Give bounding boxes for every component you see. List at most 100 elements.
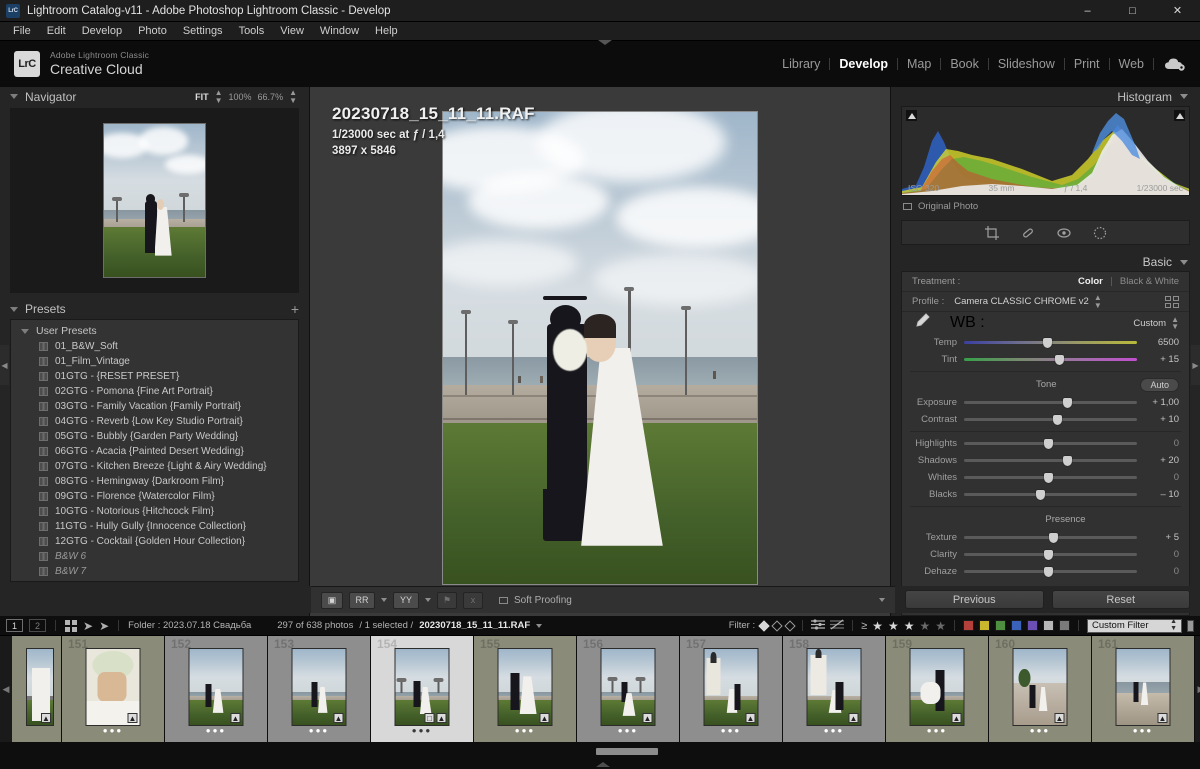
list-item[interactable]: 03GTG - Family Vacation {Family Portrait… bbox=[11, 399, 298, 414]
filter-disabled-icon[interactable] bbox=[830, 617, 845, 635]
rating-dots[interactable]: ●●● bbox=[618, 726, 639, 735]
menu-develop[interactable]: Develop bbox=[74, 22, 130, 41]
soft-proofing-toggle[interactable]: Soft Proofing bbox=[499, 595, 572, 606]
chevron-down-icon[interactable] bbox=[1180, 94, 1188, 99]
develop-badge-icon[interactable]: ▲ bbox=[848, 713, 859, 723]
custom-filter-select[interactable]: Custom Filter ▲ ▼ bbox=[1087, 618, 1182, 633]
wb-value[interactable]: Custom bbox=[1133, 318, 1166, 329]
module-web[interactable]: Web bbox=[1110, 57, 1153, 71]
custom-filter-stepper-icon[interactable]: ▲ ▼ bbox=[1170, 618, 1177, 632]
menu-photo[interactable]: Photo bbox=[130, 22, 175, 41]
color-label-red[interactable] bbox=[963, 620, 974, 631]
develop-badge-icon[interactable]: ▲ bbox=[642, 713, 653, 723]
develop-badge-icon[interactable]: ▲ bbox=[127, 713, 138, 723]
previous-photo-icon[interactable]: ➤ bbox=[83, 620, 93, 632]
slider-tint[interactable]: Tint + 15 bbox=[902, 351, 1189, 368]
flag-reject-button[interactable]: x bbox=[463, 591, 483, 609]
rating-dots[interactable]: ●●● bbox=[309, 726, 330, 735]
list-item[interactable]: 153 ▲ ●●● bbox=[268, 636, 371, 742]
list-item[interactable]: 02GTG - Pomona {Fine Art Portrait} bbox=[11, 384, 298, 399]
list-item[interactable]: 158 ▲ ●●● bbox=[783, 636, 886, 742]
develop-badge-icon[interactable]: ▲ bbox=[745, 713, 756, 723]
menu-help[interactable]: Help bbox=[367, 22, 406, 41]
original-photo-toggle[interactable]: Original Photo bbox=[891, 196, 1200, 218]
reference-caret-icon[interactable] bbox=[425, 598, 431, 602]
star-filter-5[interactable]: ★ bbox=[935, 620, 946, 632]
bottom-panel-toggle[interactable] bbox=[596, 762, 610, 767]
reference-view-button[interactable]: YY bbox=[393, 591, 419, 609]
flag-pick-button[interactable]: ⚑ bbox=[437, 591, 457, 609]
chevron-down-icon[interactable] bbox=[10, 94, 18, 99]
navigator-preview[interactable] bbox=[10, 108, 299, 293]
list-item[interactable]: 10GTG - Notorious {Hitchcock Film} bbox=[11, 504, 298, 519]
menu-tools[interactable]: Tools bbox=[231, 22, 273, 41]
list-item[interactable]: 08GTG - Hemingway {Darkroom Film} bbox=[11, 474, 298, 489]
slider-temp[interactable]: Temp 6500 bbox=[902, 334, 1189, 351]
slider-track[interactable] bbox=[964, 414, 1137, 425]
list-item[interactable]: 160 ▲ ●●● bbox=[989, 636, 1092, 742]
minimize-button[interactable]: – bbox=[1065, 0, 1110, 22]
screen-1-button[interactable]: 1 bbox=[6, 619, 23, 632]
rating-dots[interactable]: ●●● bbox=[515, 726, 536, 735]
flag-filter-pick-icon[interactable] bbox=[758, 619, 770, 632]
slider-knob[interactable] bbox=[1044, 549, 1054, 560]
develop-badge-icon[interactable]: ▲ bbox=[951, 713, 962, 723]
presets-header[interactable]: Presets + bbox=[0, 299, 309, 319]
list-item[interactable]: 11GTG - Hully Gully {Innocence Collectio… bbox=[11, 519, 298, 534]
list-item[interactable]: 157 ▲ ●●● bbox=[680, 636, 783, 742]
module-library[interactable]: Library bbox=[773, 57, 829, 71]
slider-knob[interactable] bbox=[1035, 489, 1045, 500]
star-filter-4[interactable]: ★ bbox=[919, 620, 930, 632]
zoom-fit-stepper-icon[interactable]: ▲ ▼ bbox=[215, 89, 223, 104]
filmstrip-thumbnails[interactable]: ◀ ▲ 151 ▲ ●●● 152 ▲ ●●● 153 ▲ ●●● 154 □ … bbox=[0, 636, 1200, 744]
develop-badge-icon[interactable]: ▲ bbox=[1054, 713, 1065, 723]
slider-whites[interactable]: Whites 0 bbox=[902, 469, 1189, 486]
rating-dots[interactable]: ●●● bbox=[206, 726, 227, 735]
list-item[interactable]: 159 ▲ ●●● bbox=[886, 636, 989, 742]
toolbar-options-caret-icon[interactable] bbox=[879, 598, 885, 602]
slider-track[interactable] bbox=[964, 532, 1137, 543]
develop-badge-icon[interactable]: ▲ bbox=[333, 713, 344, 723]
list-item[interactable]: 01GTG - {RESET PRESET} bbox=[11, 369, 298, 384]
filter-lock-icon[interactable] bbox=[1187, 619, 1194, 632]
list-item[interactable]: 04GTG - Reverb {Low Key Studio Portrait} bbox=[11, 414, 298, 429]
histogram-panel[interactable]: ISO 320 35 mm ƒ / 1,4 1/23000 sec bbox=[901, 106, 1190, 196]
slider-blacks[interactable]: Blacks – 10 bbox=[902, 486, 1189, 503]
list-item[interactable]: 12GTG - Cocktail {Golden Hour Collection… bbox=[11, 534, 298, 549]
highlight-clipping-icon[interactable] bbox=[1174, 110, 1185, 121]
slider-knob[interactable] bbox=[1044, 566, 1054, 577]
filmstrip-scroll-right[interactable]: ▶ bbox=[1195, 636, 1200, 742]
star-filter-3[interactable]: ★ bbox=[904, 620, 915, 632]
reset-button[interactable]: Reset bbox=[1051, 590, 1190, 609]
filename-caret-icon[interactable] bbox=[536, 623, 543, 628]
module-print[interactable]: Print bbox=[1065, 57, 1109, 71]
auto-tone-button[interactable]: Auto bbox=[1140, 377, 1179, 392]
main-photo[interactable] bbox=[442, 110, 758, 585]
treatment-bw-option[interactable]: Black & White bbox=[1120, 276, 1179, 287]
zoom-100-label[interactable]: 100% bbox=[229, 92, 252, 102]
module-book[interactable]: Book bbox=[941, 57, 988, 71]
menu-settings[interactable]: Settings bbox=[175, 22, 231, 41]
rating-dots[interactable]: ●●● bbox=[721, 726, 742, 735]
spot-removal-icon[interactable] bbox=[1020, 225, 1036, 241]
presets-list[interactable]: User Presets 01_B&W_Soft 01_Film_Vintage… bbox=[10, 319, 299, 582]
color-label-yellow[interactable] bbox=[979, 620, 990, 631]
next-photo-icon[interactable]: ➤ bbox=[99, 620, 109, 632]
color-label-custom[interactable] bbox=[1059, 620, 1070, 631]
profile-value[interactable]: Camera CLASSIC CHROME v2 bbox=[954, 296, 1089, 307]
slider-knob[interactable] bbox=[1042, 337, 1052, 348]
basic-header[interactable]: Basic bbox=[891, 253, 1200, 271]
list-item[interactable]: 156 ▲ ●●● bbox=[577, 636, 680, 742]
rating-operator[interactable]: ≥ bbox=[861, 620, 867, 632]
module-slideshow[interactable]: Slideshow bbox=[989, 57, 1064, 71]
list-item[interactable]: ▲ bbox=[12, 636, 62, 742]
slider-exposure[interactable]: Exposure + 1,00 bbox=[902, 394, 1189, 411]
zoom-custom-label[interactable]: 66.7% bbox=[258, 92, 284, 102]
slider-track[interactable] bbox=[964, 455, 1137, 466]
slider-track[interactable] bbox=[964, 337, 1137, 348]
list-item[interactable]: 01_Film_Vintage bbox=[11, 354, 298, 369]
add-preset-icon[interactable]: + bbox=[291, 302, 299, 316]
slider-track[interactable] bbox=[964, 438, 1137, 449]
slider-track[interactable] bbox=[964, 489, 1137, 500]
slider-highlights[interactable]: Highlights 0 bbox=[902, 435, 1189, 452]
